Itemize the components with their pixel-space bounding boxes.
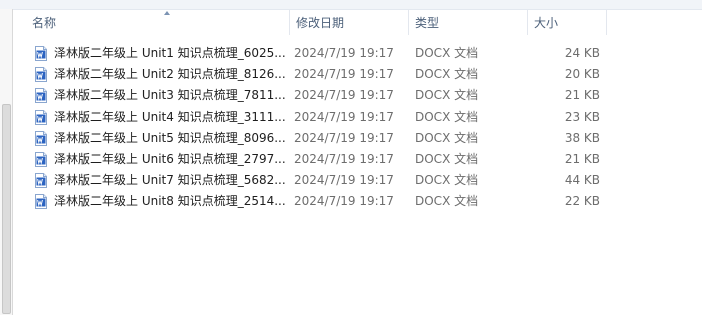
file-type: DOCX 文档 xyxy=(415,109,479,124)
word-doc-icon xyxy=(35,130,47,146)
file-name: 泽林版二年级上 Unit8 知识点梳理_2514... xyxy=(54,194,286,209)
column-size-label: 大小 xyxy=(534,16,559,30)
file-date: 2024/7/19 19:17 xyxy=(294,67,394,82)
column-name-header[interactable]: 名称 xyxy=(26,10,289,35)
file-size: 21 KB xyxy=(564,151,600,166)
file-type: DOCX 文档 xyxy=(415,130,479,145)
file-name: 泽林版二年级上 Unit6 知识点梳理_2797... xyxy=(54,151,286,166)
file-type: DOCX 文档 xyxy=(415,194,479,209)
file-date: 2024/7/19 19:17 xyxy=(294,88,394,103)
column-size-header[interactable]: 大小 xyxy=(527,10,607,35)
file-date: 2024/7/19 19:17 xyxy=(294,194,394,209)
file-date: 2024/7/19 19:17 xyxy=(294,151,394,166)
navigation-pane xyxy=(0,9,13,315)
file-name: 泽林版二年级上 Unit5 知识点梳理_8096... xyxy=(54,130,286,145)
file-size: 38 KB xyxy=(564,130,600,145)
file-type: DOCX 文档 xyxy=(415,173,479,188)
navigation-scrollbar[interactable] xyxy=(2,104,11,314)
file-size: 24 KB xyxy=(564,46,600,60)
file-row[interactable]: 泽林版二年级上 Unit3 知识点梳理_7811... 2024/7/19 19:… xyxy=(13,85,702,106)
word-doc-icon xyxy=(35,109,47,125)
file-list: 泽林版二年级上 Unit1 知识点梳理_6025... 2024/7/19 19:… xyxy=(13,43,702,213)
file-row[interactable]: 泽林版二年级上 Unit7 知识点梳理_5682... 2024/7/19 19:… xyxy=(13,170,702,191)
file-row[interactable]: 泽林版二年级上 Unit5 知识点梳理_8096... 2024/7/19 19:… xyxy=(13,128,702,149)
column-type-label: 类型 xyxy=(415,16,440,30)
word-doc-icon xyxy=(35,194,47,210)
file-size: 23 KB xyxy=(564,109,600,124)
file-size: 44 KB xyxy=(564,173,600,188)
file-type: DOCX 文档 xyxy=(415,67,479,82)
file-date: 2024/7/19 19:17 xyxy=(294,173,394,188)
file-row[interactable]: 泽林版二年级上 Unit1 知识点梳理_6025... 2024/7/19 19:… xyxy=(13,43,702,64)
sort-ascending-icon xyxy=(164,11,170,15)
file-size: 21 KB xyxy=(564,88,600,103)
file-row[interactable]: 泽林版二年级上 Unit6 知识点梳理_2797... 2024/7/19 19:… xyxy=(13,149,702,170)
file-type: DOCX 文档 xyxy=(415,46,479,60)
column-type-header[interactable]: 类型 xyxy=(408,10,527,35)
file-date: 2024/7/19 19:17 xyxy=(294,109,394,124)
word-doc-icon xyxy=(35,151,47,167)
word-doc-icon xyxy=(35,88,47,104)
file-size: 20 KB xyxy=(564,67,600,82)
file-row[interactable]: 泽林版二年级上 Unit2 知识点梳理_8126... 2024/7/19 19:… xyxy=(13,64,702,85)
word-doc-icon xyxy=(35,67,47,83)
file-row[interactable]: 泽林版二年级上 Unit4 知识点梳理_3111... 2024/7/19 19:… xyxy=(13,107,702,128)
file-date: 2024/7/19 19:17 xyxy=(294,130,394,145)
top-strip xyxy=(0,0,702,10)
file-name: 泽林版二年级上 Unit2 知识点梳理_8126... xyxy=(54,67,286,82)
file-name: 泽林版二年级上 Unit7 知识点梳理_5682... xyxy=(54,173,286,188)
file-type: DOCX 文档 xyxy=(415,88,479,103)
file-size: 22 KB xyxy=(564,194,600,209)
column-date-header[interactable]: 修改日期 xyxy=(289,10,408,35)
file-row[interactable]: 泽林版二年级上 Unit8 知识点梳理_2514... 2024/7/19 19:… xyxy=(13,191,702,212)
file-type: DOCX 文档 xyxy=(415,151,479,166)
word-doc-icon xyxy=(35,46,47,61)
file-date: 2024/7/19 19:17 xyxy=(294,46,394,60)
word-doc-icon xyxy=(35,173,47,189)
column-header: 名称 修改日期 类型 大小 xyxy=(13,10,702,35)
file-name: 泽林版二年级上 Unit1 知识点梳理_6025... xyxy=(54,46,286,60)
file-name: 泽林版二年级上 Unit3 知识点梳理_7811... xyxy=(54,88,286,103)
column-name-label: 名称 xyxy=(32,16,57,30)
file-name: 泽林版二年级上 Unit4 知识点梳理_3111... xyxy=(54,109,286,124)
column-date-label: 修改日期 xyxy=(296,16,345,30)
